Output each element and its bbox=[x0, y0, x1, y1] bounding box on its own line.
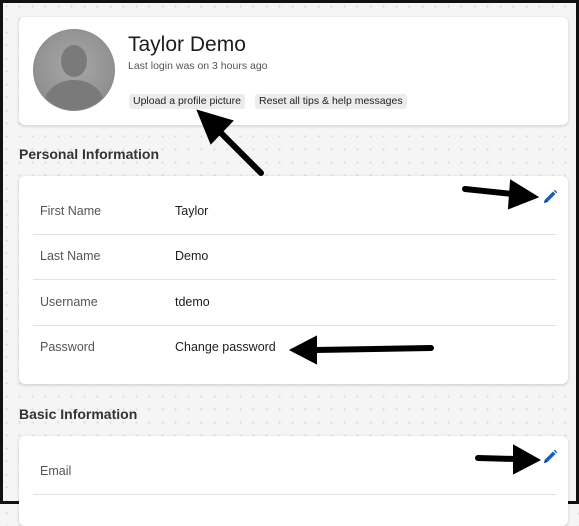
field-value: Demo bbox=[175, 249, 209, 263]
pencil-icon[interactable] bbox=[542, 449, 558, 465]
field-label: Password bbox=[40, 340, 95, 354]
field-value: tdemo bbox=[175, 295, 210, 309]
field-label: First Name bbox=[40, 204, 102, 218]
upload-profile-picture-button[interactable]: Upload a profile picture bbox=[129, 94, 245, 109]
basic-information-heading: Basic Information bbox=[19, 406, 138, 422]
field-label: Last Name bbox=[40, 249, 101, 263]
basic-row-email: Email bbox=[33, 449, 556, 495]
field-label: Email bbox=[40, 464, 72, 478]
user-silhouette-icon bbox=[34, 30, 114, 110]
personal-information-card: First Name Taylor Last Name Demo Usernam… bbox=[19, 176, 568, 384]
field-label: Username bbox=[40, 295, 98, 309]
field-value: Taylor bbox=[175, 204, 209, 218]
personal-row-first-name: First Name Taylor bbox=[33, 189, 556, 235]
personal-row-password: Password Change password bbox=[33, 325, 556, 370]
personal-row-username: Username tdemo bbox=[33, 280, 556, 326]
basic-information-card: Email bbox=[19, 436, 568, 526]
reset-tips-button[interactable]: Reset all tips & help messages bbox=[255, 94, 407, 109]
last-login-text: Last login was on 3 hours ago bbox=[128, 60, 268, 72]
pencil-icon[interactable] bbox=[542, 189, 558, 205]
profile-name: Taylor Demo bbox=[128, 33, 246, 56]
change-password-link[interactable]: Change password bbox=[175, 340, 276, 354]
personal-row-last-name: Last Name Demo bbox=[33, 234, 556, 280]
profile-card: Taylor Demo Last login was on 3 hours ag… bbox=[19, 17, 568, 125]
avatar bbox=[33, 29, 115, 111]
personal-information-heading: Personal Information bbox=[19, 146, 160, 162]
